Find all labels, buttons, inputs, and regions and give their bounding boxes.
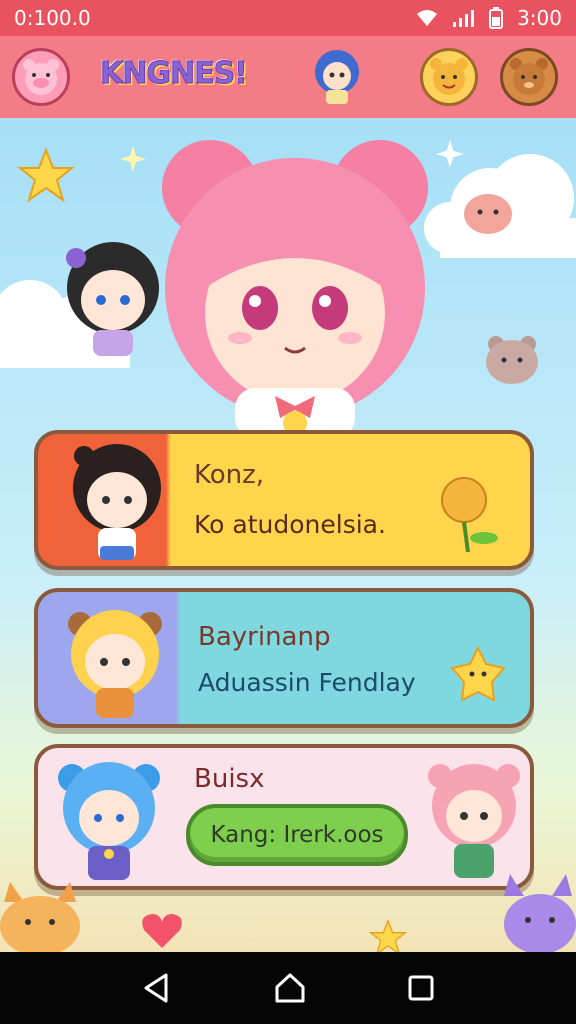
yellow-star-creature (450, 645, 506, 702)
card-character-pink-hair (428, 764, 520, 878)
heart-icon (142, 914, 182, 948)
status-bar: 0:100.0 3:00 (0, 0, 576, 36)
card-2-subtitle: Aduassin Fendlay (198, 668, 416, 697)
bear-shop-icon[interactable] (420, 48, 478, 106)
battery-icon (489, 7, 504, 29)
pink-blob-creature (464, 194, 512, 234)
purple-cat-creature (504, 874, 576, 952)
flower-icon (441, 477, 498, 553)
star-icon (17, 147, 75, 203)
pig-menu-icon[interactable] (12, 48, 70, 106)
quest-card-3[interactable]: Buisx Kang: Irerk.oos (34, 744, 534, 890)
status-left-text: 0:100.0 (14, 6, 91, 30)
main-character (162, 140, 428, 438)
system-nav-bar (0, 952, 576, 1024)
status-time: 3:00 (517, 6, 562, 30)
card-3-action-button[interactable]: Kang: Irerk.oos (186, 804, 408, 866)
card-2-title: Bayrinanp (198, 622, 331, 652)
game-scene: Konz, Ko atudonelsia. Bayrinanp Aduassin… (0, 118, 576, 952)
wifi-icon (417, 10, 438, 26)
sparkle-icon (436, 140, 464, 168)
side-character-dark-hair (66, 242, 159, 356)
bear-profile-icon[interactable] (500, 48, 558, 106)
quest-card-1[interactable]: Konz, Ko atudonelsia. (34, 430, 534, 570)
signal-icon (453, 10, 475, 27)
card-character-blue-hair (58, 762, 160, 880)
friend-avatar[interactable] (306, 46, 368, 108)
status-right: 3:00 (415, 6, 562, 30)
card-1-title: Konz, (194, 460, 265, 490)
card-3-title: Buisx (194, 764, 265, 794)
orange-cat-creature (0, 882, 80, 952)
card-character-dark-hair (73, 444, 161, 560)
brown-blob-creature (486, 336, 538, 384)
card-1-subtitle: Ko atudonelsia. (194, 510, 386, 539)
top-header: KNGNES! (0, 36, 576, 118)
quest-card-2[interactable]: Bayrinanp Aduassin Fendlay (34, 588, 534, 728)
sparkle-icon (120, 146, 146, 172)
game-logo: KNGNES! (100, 56, 249, 92)
back-icon[interactable] (140, 971, 174, 1005)
home-icon[interactable] (273, 971, 307, 1005)
card-character-blonde (68, 610, 162, 718)
recents-icon[interactable] (406, 973, 436, 1003)
star-icon (368, 918, 408, 952)
